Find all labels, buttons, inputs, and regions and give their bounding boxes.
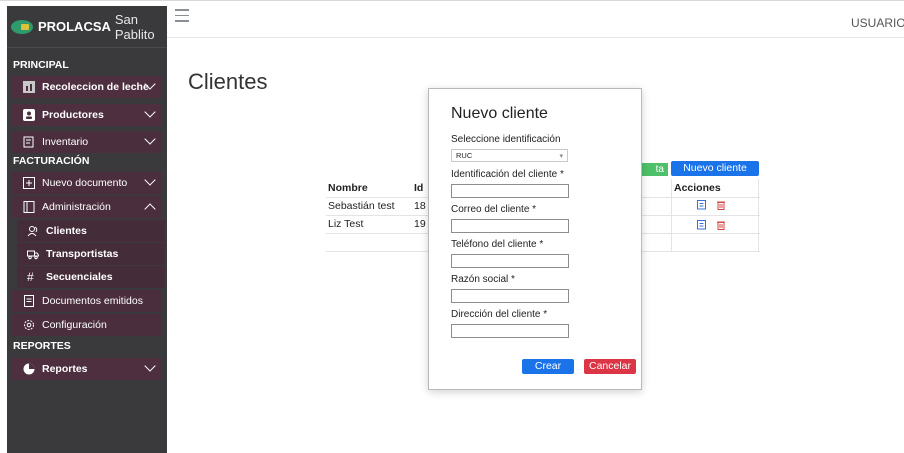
sidebar-item-configuracion[interactable]: Configuración [12,314,161,336]
brand-name: PROLACSA [37,19,111,34]
brand-location: San Pablito [114,11,155,42]
topbar-divider [167,37,904,38]
sidebar-item-label: Secuenciales [46,271,113,283]
sidebar-item-nuevo-documento[interactable]: Nuevo documento [12,172,161,194]
create-button[interactable]: Crear [522,359,574,374]
section-reportes: REPORTES [13,340,71,352]
gear-icon [24,320,34,330]
app-window: PROLACSA San Pablito PRINCIPAL Recolecci… [0,0,904,453]
sidebar: PROLACSA San Pablito PRINCIPAL Recolecci… [7,6,167,453]
label-direccion: Dirección del cliente * [451,309,548,320]
users-icon [27,226,38,237]
brand[interactable]: PROLACSA San Pablito [7,6,167,48]
sidebar-item-recoleccion[interactable]: Recoleccion de leche [12,76,161,98]
identification-type-select[interactable]: RUC ▾ [451,149,568,162]
direccion-input[interactable] [451,324,569,338]
user-card-icon [23,109,35,121]
sidebar-item-label: Recoleccion de leche [42,81,149,93]
label-correo: Correo del cliente * [451,204,537,215]
select-value: RUC [456,151,473,160]
correo-input[interactable] [451,219,569,233]
chevron-down-icon[interactable] [144,360,156,372]
sidebar-item-label: Reportes [42,363,88,375]
razon-social-input[interactable] [451,289,569,303]
sidebar-item-label: Transportistas [46,248,119,260]
header-name[interactable]: Nombre [326,179,412,198]
header-actions: Acciones [672,179,760,198]
cancel-button[interactable]: Cancelar [584,359,636,374]
hamburger-menu-icon[interactable] [175,9,189,22]
chevron-down-icon[interactable] [144,133,156,145]
sidebar-item-label: Clientes [46,225,87,237]
new-client-modal: Nuevo cliente Seleccione identificación … [428,88,642,390]
sidebar-item-secuenciales[interactable]: # Secuenciales [17,266,165,288]
pie-chart-icon [23,363,35,375]
row-actions [697,220,726,233]
sidebar-item-label: Documentos emitidos [42,295,143,307]
new-client-button[interactable]: Nuevo cliente [671,161,759,176]
section-principal: PRINCIPAL [13,59,69,71]
cell-name: Sebastián test [326,197,412,216]
sidebar-item-label: Administración [42,201,111,213]
section-facturacion: FACTURACIÓN [13,155,90,167]
brand-logo-icon [11,19,33,34]
chevron-up-icon[interactable] [144,203,156,215]
clipboard-icon [23,136,34,148]
chevron-down-icon[interactable] [144,106,156,118]
modal-title: Nuevo cliente [451,105,548,122]
chart-icon [23,81,35,93]
sidebar-item-label: Inventario [42,136,89,148]
user-menu[interactable]: USUARIO [851,16,904,30]
truck-icon [27,250,39,260]
sidebar-item-documentos-emitidos[interactable]: Documentos emitidos [12,290,161,312]
identificacion-input[interactable] [451,184,569,198]
trash-icon[interactable] [716,220,726,230]
telefono-input[interactable] [451,254,569,268]
building-icon [23,201,35,213]
sidebar-item-inventario[interactable]: Inventario [12,131,161,153]
chevron-down-icon[interactable] [144,174,156,186]
hash-icon: # [27,270,34,284]
label-telefono: Teléfono del cliente * [451,239,544,250]
trash-icon[interactable] [716,200,726,210]
chevron-down-icon: ▾ [559,153,563,160]
sidebar-item-administracion[interactable]: Administración [12,196,161,218]
sidebar-item-productores[interactable]: Productores [12,104,161,126]
select-label: Seleccione identificación [451,134,561,145]
sidebar-item-transportistas[interactable]: Transportistas [17,243,165,265]
plus-square-icon [23,177,35,189]
sidebar-item-label: Configuración [42,319,107,331]
sidebar-item-label: Nuevo documento [42,177,128,189]
edit-icon[interactable] [697,200,707,210]
label-razon-social: Razón social * [451,274,515,285]
row-actions [697,200,726,213]
edit-icon[interactable] [697,220,707,230]
sidebar-item-reportes[interactable]: Reportes [12,358,161,380]
sidebar-item-clientes[interactable]: Clientes [17,220,165,242]
cell-name: Liz Test [326,215,412,234]
document-icon [24,295,34,307]
page-title: Clientes [188,69,268,94]
label-identificacion: Identificación del cliente * [451,169,564,180]
sidebar-item-label: Productores [42,109,104,121]
